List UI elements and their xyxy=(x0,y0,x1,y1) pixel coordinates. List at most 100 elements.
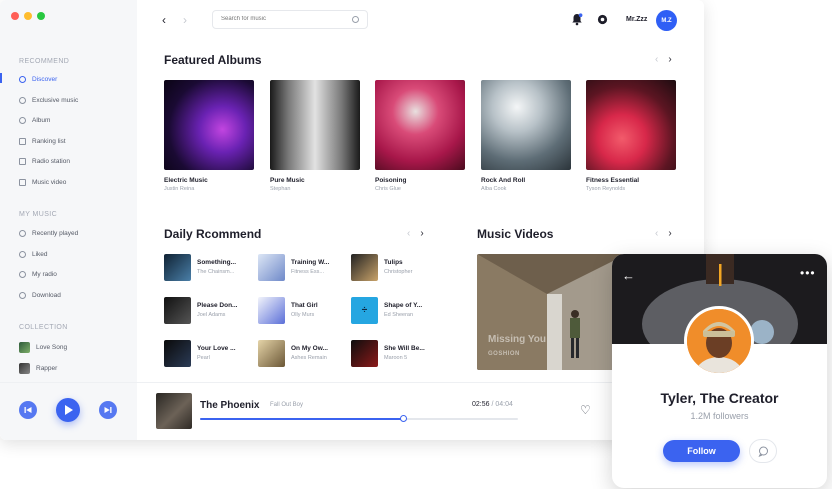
song-item[interactable]: Training W... Fitness Ess... xyxy=(258,254,348,281)
song-artist: Ed Sheeran xyxy=(384,312,414,318)
close-window-button[interactable] xyxy=(11,12,19,20)
next-track-button[interactable] xyxy=(99,401,117,419)
artist-name: Tyler, The Creator xyxy=(660,390,779,406)
album-cover xyxy=(164,80,254,170)
player-bar: The Phoenix Fall Out Boy 02:56 / 04:04 ♡ xyxy=(0,382,704,440)
album-card[interactable]: Fitness Essential Tyson Reynolds xyxy=(586,80,676,192)
song-item[interactable]: She Will Be... Maroon 5 xyxy=(351,340,441,367)
ranking-list-icon xyxy=(19,137,26,145)
video-icon xyxy=(19,178,26,186)
more-options-icon[interactable]: ••• xyxy=(800,266,816,280)
collection-item-love-song[interactable]: Love Song xyxy=(19,341,67,353)
song-title: On My Ow... xyxy=(291,345,328,352)
sidebar-item-download[interactable]: Download xyxy=(19,290,61,300)
song-title: That Girl xyxy=(291,302,318,309)
song-title: Training W... xyxy=(291,259,330,266)
daily-pager: ‹ › xyxy=(407,228,424,239)
song-artist: Joel Adams xyxy=(197,312,226,318)
song-thumbnail: ÷ xyxy=(351,297,378,324)
album-cover xyxy=(586,80,676,170)
song-artist: Maroon 5 xyxy=(384,355,408,361)
album-cover xyxy=(270,80,360,170)
back-arrow-icon[interactable]: ← xyxy=(622,268,635,283)
sidebar-item-recently-played[interactable]: Recently played xyxy=(19,228,78,238)
maximize-window-button[interactable] xyxy=(37,12,45,20)
settings-gear-icon[interactable] xyxy=(597,14,608,25)
prev-arrow-icon[interactable]: ‹ xyxy=(655,228,658,239)
next-arrow-icon[interactable]: › xyxy=(420,228,423,239)
user-name[interactable]: Mr.Zzz xyxy=(626,16,647,23)
sidebar-item-album[interactable]: Album xyxy=(19,115,50,125)
music-videos-title: Music Videos xyxy=(477,227,554,241)
sidebar-item-music-video[interactable]: Music video xyxy=(19,177,66,187)
featured-pager: ‹ › xyxy=(655,54,672,65)
user-avatar[interactable]: M.Z xyxy=(656,10,677,31)
previous-track-button[interactable] xyxy=(19,401,37,419)
album-card[interactable]: Pure Music Stephan xyxy=(270,80,360,192)
download-icon xyxy=(19,291,26,299)
song-item[interactable]: That Girl Olly Murs xyxy=(258,297,348,324)
radio-icon xyxy=(19,157,26,165)
song-item[interactable]: Tulips Christopher xyxy=(351,254,441,281)
sidebar: RECOMMEND Discover Exclusive music Album… xyxy=(0,0,137,382)
section-title-my-music: MY MUSIC xyxy=(19,211,58,218)
message-button[interactable] xyxy=(749,439,777,463)
song-title: Shape of Y... xyxy=(384,302,423,309)
window-controls xyxy=(11,12,45,20)
clock-icon xyxy=(19,229,26,237)
back-button[interactable]: ‹ xyxy=(162,13,166,27)
sidebar-item-liked[interactable]: Liked xyxy=(19,249,48,259)
chat-bubble-icon xyxy=(757,446,768,457)
notification-bell-icon[interactable] xyxy=(571,13,583,26)
song-item[interactable]: Something... The Chainsm... xyxy=(164,254,254,281)
album-card[interactable]: Rock And Roll Alba Cook xyxy=(481,80,571,192)
album-title: Electric Music xyxy=(164,177,208,184)
progress-fill xyxy=(200,418,404,420)
sidebar-item-radio-station[interactable]: Radio station xyxy=(19,156,70,166)
next-arrow-icon[interactable]: › xyxy=(668,228,671,239)
video-card[interactable]: Missing You GOSHION xyxy=(477,254,627,370)
prev-arrow-icon[interactable]: ‹ xyxy=(655,54,658,65)
song-item[interactable]: Please Don... Joel Adams xyxy=(164,297,254,324)
video-title: Missing You xyxy=(488,334,546,345)
heart-icon xyxy=(19,250,26,258)
follow-button[interactable]: Follow xyxy=(663,440,740,462)
progress-handle[interactable] xyxy=(400,415,408,422)
now-playing-cover[interactable] xyxy=(156,393,192,429)
sidebar-item-exclusive-music[interactable]: Exclusive music xyxy=(19,95,78,105)
search-icon[interactable] xyxy=(352,16,359,23)
album-title: Fitness Essential xyxy=(586,177,640,184)
section-title-recommend: RECOMMEND xyxy=(19,58,70,65)
search-box[interactable] xyxy=(212,10,368,29)
song-thumbnail xyxy=(258,340,285,367)
exclusive-music-icon xyxy=(19,96,26,104)
video-artist: GOSHION xyxy=(488,351,520,357)
sidebar-item-discover[interactable]: Discover xyxy=(19,74,57,84)
song-item[interactable]: Your Love ... Pearl xyxy=(164,340,254,367)
previous-icon xyxy=(24,407,32,413)
next-arrow-icon[interactable]: › xyxy=(668,54,671,65)
forward-button[interactable]: › xyxy=(183,13,187,27)
song-thumbnail xyxy=(351,254,378,281)
album-artist: Chris Glue xyxy=(375,186,401,192)
collection-thumbnail xyxy=(19,362,30,374)
artist-profile-card: ← ••• Tyler, The Creator 1.2M followers … xyxy=(612,254,827,488)
sidebar-item-ranking-list[interactable]: Ranking list xyxy=(19,136,66,146)
now-playing-artist: Fall Out Boy xyxy=(270,402,304,408)
search-input[interactable] xyxy=(221,16,341,22)
song-item[interactable]: ÷ Shape of Y... Ed Sheeran xyxy=(351,297,441,324)
song-thumbnail xyxy=(164,340,191,367)
sidebar-item-my-radio[interactable]: My radio xyxy=(19,269,57,279)
like-heart-icon[interactable]: ♡ xyxy=(580,403,591,417)
album-card[interactable]: Electric Music Justin Reina xyxy=(164,80,254,192)
album-artist: Tyson Reynolds xyxy=(586,186,626,192)
collection-item-rapper[interactable]: Rapper xyxy=(19,362,57,374)
progress-track[interactable] xyxy=(200,415,518,422)
prev-arrow-icon[interactable]: ‹ xyxy=(407,228,410,239)
play-button[interactable] xyxy=(56,398,80,422)
videos-pager: ‹ › xyxy=(655,228,672,239)
time-separator: / xyxy=(491,401,494,408)
minimize-window-button[interactable] xyxy=(24,12,32,20)
album-card[interactable]: Poisoning Chris Glue xyxy=(375,80,465,192)
song-item[interactable]: On My Ow... Ashes Remain xyxy=(258,340,348,367)
